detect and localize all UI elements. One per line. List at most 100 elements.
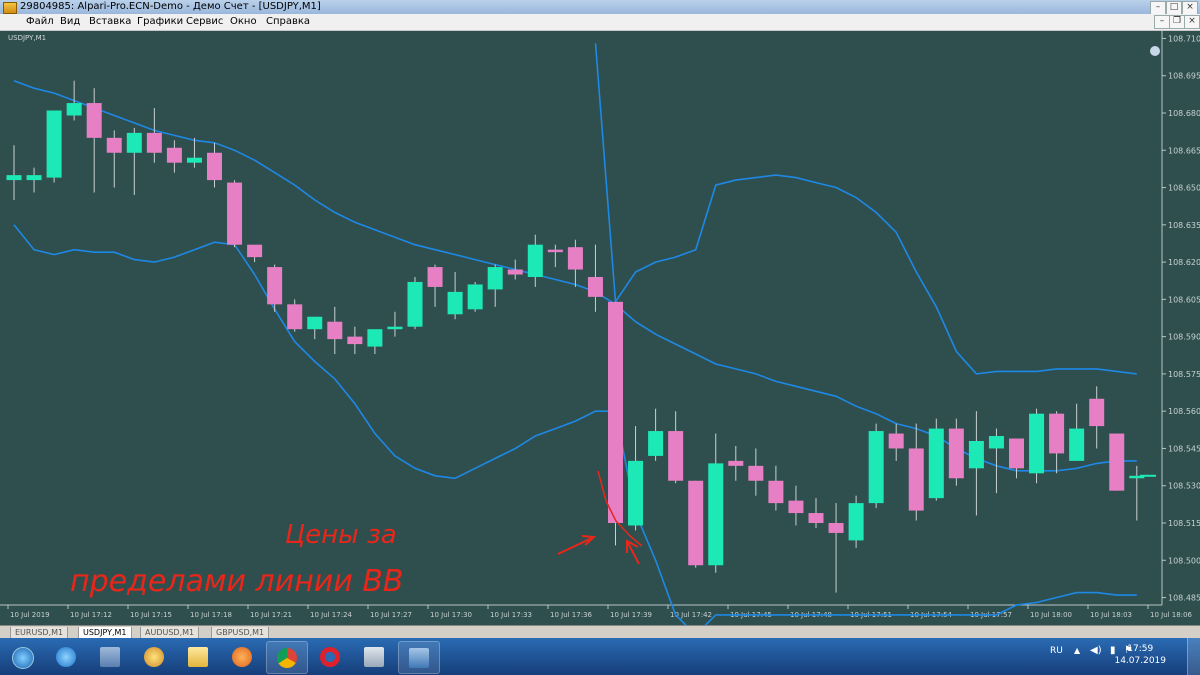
volume-icon[interactable]: ◀) bbox=[1090, 645, 1102, 656]
windows-start-icon[interactable] bbox=[2, 641, 42, 672]
candle-body bbox=[728, 460, 744, 466]
price-tick-label: 108.680 bbox=[1168, 109, 1200, 118]
candle-body bbox=[788, 500, 804, 514]
show-desktop-button[interactable] bbox=[1187, 638, 1200, 675]
price-tick-label: 108.590 bbox=[1168, 333, 1200, 342]
price-tick-label: 108.575 bbox=[1168, 370, 1200, 379]
menu-file[interactable]: Файл bbox=[26, 15, 54, 29]
candle-body bbox=[407, 281, 423, 327]
paint-icon[interactable] bbox=[134, 641, 174, 672]
menu-view[interactable]: Вид bbox=[60, 15, 80, 29]
candle-body bbox=[547, 249, 563, 253]
candle-body bbox=[186, 157, 202, 163]
time-tick-label: 10 Jul 2019 bbox=[10, 611, 50, 619]
menu-tools[interactable]: Сервис bbox=[186, 15, 223, 29]
clock-time: 17:59 bbox=[1127, 644, 1154, 654]
candle-body bbox=[1009, 438, 1024, 469]
show-hidden-icons-icon[interactable]: ▲ bbox=[1074, 646, 1080, 655]
candle-body bbox=[1109, 433, 1125, 491]
candle-body bbox=[207, 152, 222, 181]
annotation-line2: пределами линии ВВ bbox=[70, 564, 404, 599]
price-tick-label: 108.500 bbox=[1168, 556, 1200, 565]
candle-body bbox=[387, 326, 403, 330]
time-tick-label: 10 Jul 17:30 bbox=[430, 611, 472, 619]
candle-body bbox=[868, 431, 884, 504]
menu-charts[interactable]: Графики bbox=[137, 15, 183, 29]
price-tick-label: 108.635 bbox=[1168, 221, 1200, 230]
opera-icon[interactable] bbox=[310, 641, 350, 672]
notes-icon[interactable] bbox=[90, 641, 130, 672]
minimize-button[interactable]: – bbox=[1150, 1, 1166, 15]
candle-body bbox=[587, 277, 603, 297]
file-explorer-icon[interactable] bbox=[178, 641, 218, 672]
candle-body bbox=[66, 103, 82, 116]
annotation-line1: Цены за bbox=[285, 520, 397, 550]
child-minimize-button[interactable]: – bbox=[1154, 15, 1170, 29]
internet-explorer-icon[interactable] bbox=[46, 641, 86, 672]
price-tick-label: 108.665 bbox=[1168, 146, 1200, 155]
candle-body bbox=[427, 267, 443, 287]
media-player-icon[interactable] bbox=[222, 641, 262, 672]
metatrader-icon[interactable] bbox=[398, 641, 440, 674]
menu-insert[interactable]: Вставка bbox=[89, 15, 131, 29]
candle-body bbox=[126, 132, 142, 153]
child-restore-button[interactable]: ❐ bbox=[1169, 15, 1185, 29]
candle-body bbox=[708, 463, 724, 566]
child-close-button[interactable]: × bbox=[1184, 15, 1200, 29]
metatrader-app-icon bbox=[3, 2, 17, 14]
candle-body bbox=[567, 247, 583, 270]
candle-body bbox=[1069, 428, 1085, 461]
candle-body bbox=[146, 132, 162, 153]
candle-body bbox=[307, 316, 323, 330]
time-tick-label: 10 Jul 17:15 bbox=[130, 611, 172, 619]
clock-date: 14.07.2019 bbox=[1114, 656, 1166, 666]
chrome-icon[interactable] bbox=[266, 641, 308, 674]
candle-body bbox=[648, 431, 664, 456]
candle-body bbox=[227, 182, 243, 245]
price-tick-label: 108.695 bbox=[1168, 72, 1200, 81]
candle-body bbox=[808, 513, 824, 523]
time-tick-label: 10 Jul 17:36 bbox=[550, 611, 593, 619]
window-title: 29804985: Alpari-Pro.ECN-Demo - Демо Сче… bbox=[20, 1, 321, 12]
symbol-label: USDJPY,M1 bbox=[8, 34, 47, 42]
chart-window[interactable]: 108.710 108.695 108.680 108.665 108.650 108.6… bbox=[0, 31, 1200, 625]
time-tick-label: 10 Jul 17:27 bbox=[370, 611, 412, 619]
candle-body bbox=[768, 480, 784, 504]
candle-body bbox=[507, 269, 523, 275]
price-tick-label: 108.545 bbox=[1168, 444, 1200, 453]
candle-body bbox=[166, 147, 182, 163]
candle-body bbox=[948, 428, 964, 479]
candle-body bbox=[46, 110, 62, 178]
time-tick-label: 10 Jul 17:18 bbox=[190, 611, 232, 619]
close-button[interactable]: × bbox=[1182, 1, 1198, 15]
language-indicator[interactable]: RU bbox=[1050, 646, 1063, 656]
candle-body bbox=[26, 175, 42, 181]
candle-body bbox=[688, 480, 704, 566]
candle-body bbox=[367, 329, 383, 347]
candle-body bbox=[447, 291, 463, 315]
candle-body bbox=[287, 304, 303, 330]
clock[interactable]: 17:59 14.07.2019 bbox=[1114, 643, 1166, 667]
calculator-icon[interactable] bbox=[354, 641, 394, 672]
alert-icon bbox=[1150, 46, 1160, 56]
price-tick-label: 108.620 bbox=[1168, 258, 1200, 267]
menu-bar: Файл Вид Вставка Графики Сервис Окно Спр… bbox=[0, 14, 1200, 31]
candle-body bbox=[988, 436, 1004, 449]
price-tick-label: 108.560 bbox=[1168, 407, 1200, 416]
annotation-arrow-right bbox=[626, 539, 640, 565]
price-tick-label: 108.605 bbox=[1168, 295, 1200, 304]
candle-body bbox=[527, 244, 543, 277]
menu-help[interactable]: Справка bbox=[266, 15, 310, 29]
maximize-button[interactable]: □ bbox=[1166, 1, 1182, 15]
menu-window[interactable]: Окно bbox=[230, 15, 257, 29]
candle-body bbox=[106, 137, 122, 153]
time-tick-label: 10 Jul 17:33 bbox=[490, 611, 532, 619]
time-tick-label: 10 Jul 17:39 bbox=[610, 611, 652, 619]
candle-body bbox=[1049, 413, 1065, 454]
candle-body bbox=[608, 301, 623, 523]
system-tray: RU ▲ ◀) ▮ ⚑ 17:59 14.07.2019 bbox=[1020, 638, 1200, 675]
price-tick-label: 108.530 bbox=[1168, 482, 1200, 491]
candle-body bbox=[848, 503, 864, 541]
price-chart[interactable]: 108.710 108.695 108.680 108.665 108.650 108.6… bbox=[0, 31, 1200, 625]
price-tick-label: 108.485 bbox=[1168, 594, 1200, 603]
